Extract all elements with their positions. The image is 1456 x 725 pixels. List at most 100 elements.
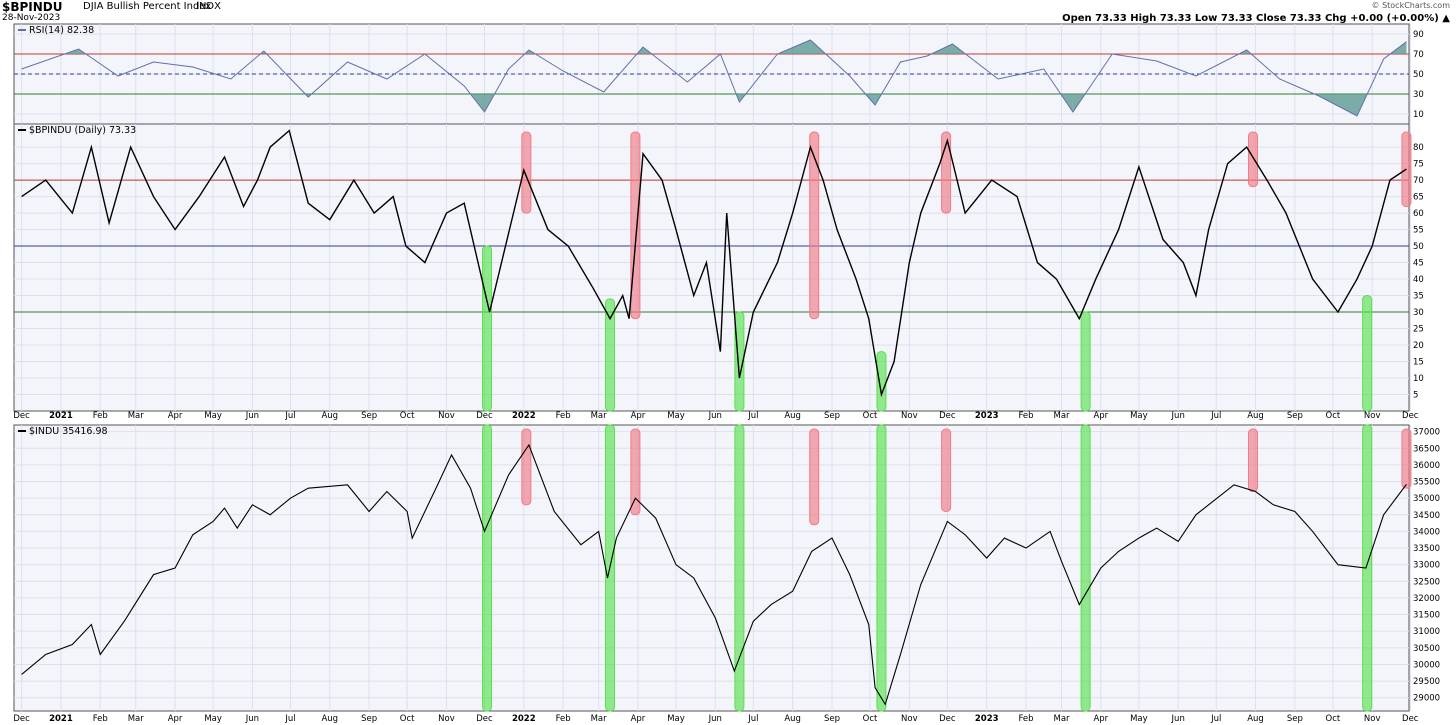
x-tick-label: Feb — [556, 411, 571, 421]
x-tick-label: Oct — [863, 411, 878, 421]
x-tick-label: Nov — [438, 411, 455, 421]
y-tick-label: 75 — [1413, 160, 1424, 170]
x-tick-label: May — [1130, 411, 1148, 421]
x-tick-label: Jun — [708, 714, 722, 724]
x-tick-label: Sep — [1287, 714, 1303, 724]
y-tick-label: 30500 — [1413, 644, 1440, 654]
y-tick-label: 60 — [1413, 209, 1424, 219]
y-tick-label: 65 — [1413, 193, 1424, 203]
y-tick-label: 20 — [1413, 341, 1424, 351]
red-highlight-indu — [521, 428, 532, 506]
x-tick-label: Sep — [361, 714, 377, 724]
y-tick-label: 90 — [1413, 30, 1424, 40]
x-tick-label: Jul — [284, 411, 295, 421]
y-tick-label: 36000 — [1413, 461, 1440, 471]
green-highlight-bpi — [1362, 295, 1373, 412]
panel-title-1: $BPINDU (Daily) 73.33 — [29, 125, 136, 136]
chart-screenshot: $BPINDU DJIA Bullish Percent Index INDX … — [0, 0, 1456, 725]
x-tick-label: Nov — [438, 714, 455, 724]
x-tick-label: Jun — [708, 411, 722, 421]
y-tick-label: 50 — [1413, 70, 1424, 80]
red-highlight-indu — [1401, 428, 1412, 489]
x-tick-label: Dec — [939, 411, 956, 421]
x-tick-label: Feb — [556, 714, 571, 724]
x-tick-label: 2022 — [512, 714, 536, 724]
x-tick-label: Oct — [1326, 411, 1341, 421]
x-tick-label: Jul — [1210, 411, 1221, 421]
y-tick-label: 70 — [1413, 50, 1424, 60]
x-tick-label: Mar — [591, 411, 608, 421]
x-tick-label: Aug — [784, 714, 801, 724]
y-tick-label: 80 — [1413, 143, 1424, 153]
x-tick-label: Aug — [784, 411, 801, 421]
x-tick-label: Apr — [1093, 411, 1108, 421]
y-tick-label: 31000 — [1413, 627, 1440, 637]
x-tick-label: Aug — [321, 714, 338, 724]
x-tick-label: Jun — [245, 714, 259, 724]
y-tick-label: 29000 — [1413, 694, 1440, 704]
x-tick-label: Nov — [1364, 411, 1381, 421]
green-highlight-indu — [876, 424, 887, 712]
x-tick-label: Mar — [1053, 411, 1070, 421]
y-tick-label: 70 — [1413, 176, 1424, 186]
y-tick-label: 35 — [1413, 292, 1424, 302]
x-tick-label: Aug — [321, 411, 338, 421]
y-tick-label: 33000 — [1413, 561, 1440, 571]
y-tick-label: 30 — [1413, 308, 1424, 318]
x-tick-label: Oct — [400, 714, 415, 724]
y-tick-label: 50 — [1413, 242, 1424, 252]
x-tick-label: Aug — [1247, 714, 1264, 724]
red-highlight-bpi — [630, 131, 641, 320]
green-highlight-indu — [1080, 424, 1091, 712]
y-tick-label: 55 — [1413, 226, 1424, 236]
y-tick-label: 32500 — [1413, 577, 1440, 587]
green-highlight-indu — [482, 424, 493, 712]
x-tick-label: May — [667, 411, 685, 421]
y-tick-label: 34500 — [1413, 511, 1440, 521]
y-tick-label: 32000 — [1413, 594, 1440, 604]
x-tick-label: 2023 — [975, 714, 999, 724]
x-tick-label: Oct — [863, 714, 878, 724]
x-tick-label: Dec — [13, 411, 30, 421]
x-tick-label: Mar — [128, 411, 145, 421]
y-tick-label: 10 — [1413, 374, 1424, 384]
x-tick-label: Jun — [1171, 411, 1185, 421]
x-tick-label: Dec — [1402, 411, 1419, 421]
panel-title-0: RSI(14) 82.38 — [29, 25, 94, 36]
x-tick-label: Jul — [1210, 714, 1221, 724]
x-tick-label: Nov — [901, 411, 918, 421]
x-tick-label: Apr — [168, 714, 183, 724]
y-tick-label: 30 — [1413, 90, 1424, 100]
x-tick-label: Nov — [901, 714, 918, 724]
x-tick-label: Apr — [1093, 714, 1108, 724]
green-highlight-indu — [734, 424, 745, 712]
x-tick-label: Mar — [591, 714, 608, 724]
y-tick-label: 5 — [1413, 391, 1418, 401]
green-highlight-bpi — [1080, 311, 1091, 412]
x-tick-label: 2022 — [512, 411, 536, 421]
green-highlight-bpi — [876, 351, 887, 412]
x-tick-label: Feb — [1018, 411, 1033, 421]
x-tick-label: May — [667, 714, 685, 724]
y-tick-label: 33500 — [1413, 544, 1440, 554]
y-tick-label: 34000 — [1413, 527, 1440, 537]
stock-chart: 10 30 50 70 90 5 10 15 20 25 30 35 40 45 50 55 60 65 70 75 8… — [13, 23, 1440, 724]
y-tick-label: 10 — [1413, 110, 1424, 120]
y-tick-label: 36500 — [1413, 444, 1440, 454]
x-tick-label: Jul — [284, 714, 295, 724]
y-tick-label: 25 — [1413, 325, 1424, 335]
y-tick-label: 35000 — [1413, 494, 1440, 504]
x-tick-label: Oct — [1326, 714, 1341, 724]
x-tick-label: Oct — [400, 411, 415, 421]
x-tick-label: Apr — [631, 411, 646, 421]
x-tick-label: Sep — [1287, 411, 1303, 421]
x-tick-label: May — [204, 411, 222, 421]
red-highlight-indu — [941, 428, 952, 512]
x-tick-label: Feb — [93, 714, 108, 724]
x-tick-label: Jun — [245, 411, 259, 421]
x-tick-label: Feb — [93, 411, 108, 421]
y-tick-label: 30000 — [1413, 660, 1440, 670]
panel-1-frame — [13, 123, 1410, 412]
red-highlight-indu — [809, 428, 820, 526]
x-tick-label: 2021 — [49, 714, 73, 724]
